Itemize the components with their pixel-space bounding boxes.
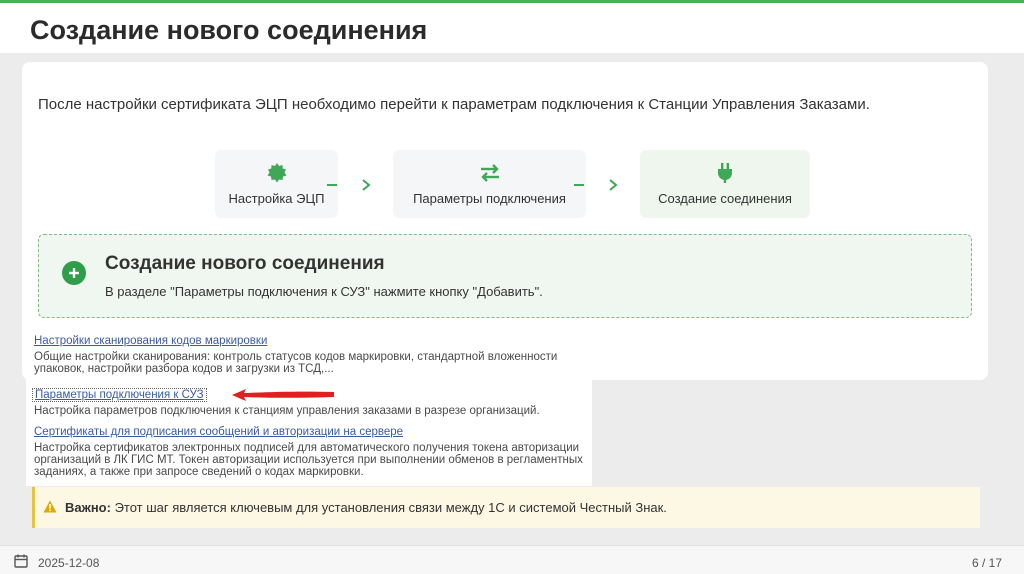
footer: 2025-12-08 6 / 17 xyxy=(0,545,1024,574)
callout-text: В разделе "Параметры подключения к СУЗ" … xyxy=(105,284,543,299)
page-title: Создание нового соединения xyxy=(30,15,428,45)
plus-circle-icon xyxy=(62,261,86,285)
link-suz-connection-params[interactable]: Параметры подключения к СУЗ xyxy=(32,388,207,402)
step-label: Настройка ЭЦП xyxy=(228,191,325,206)
callout-title: Создание нового соединения xyxy=(105,253,385,274)
red-arrow-pointer xyxy=(232,389,334,401)
step-create-connection: Создание соединения xyxy=(640,150,810,218)
certificate-badge-icon xyxy=(215,162,338,184)
step-connector xyxy=(574,184,584,186)
step-label: Создание соединения xyxy=(658,191,792,206)
certificates-description: Настройка сертификатов электронных подпи… xyxy=(34,442,583,478)
page-counter: 6 / 17 xyxy=(971,556,1002,570)
exchange-arrows-icon xyxy=(393,162,586,184)
warning-text: Важно: Этот шаг является ключевым для ус… xyxy=(65,500,667,515)
warning-label: Важно: xyxy=(65,500,111,515)
chevron-right-icon xyxy=(604,176,622,194)
intro-text: После настройки сертификата ЭЦП необходи… xyxy=(38,96,870,113)
header: Создание нового соединения xyxy=(0,3,1024,53)
link-scan-settings[interactable]: Настройки сканирования кодов маркировки xyxy=(34,335,267,347)
warning-box: Важно: Этот шаг является ключевым для ус… xyxy=(32,487,980,528)
step-ecp-setup: Настройка ЭЦП xyxy=(215,150,338,218)
warning-message: Этот шаг является ключевым для установле… xyxy=(110,500,667,515)
link-certificates[interactable]: Сертификаты для подписания сообщений и а… xyxy=(34,426,403,438)
scan-settings-description: Общие настройки сканирования: контроль с… xyxy=(34,351,558,375)
chevron-right-icon xyxy=(357,176,375,194)
callout-box: Создание нового соединения В разделе "Па… xyxy=(38,234,972,318)
settings-screenshot: Настройки сканирования кодов маркировки … xyxy=(26,328,592,486)
suz-connection-description: Настройка параметров подключения к станц… xyxy=(34,405,540,417)
step-connector xyxy=(327,184,337,186)
step-label: Параметры подключения xyxy=(413,191,566,206)
plug-icon xyxy=(640,162,810,184)
warning-triangle-icon xyxy=(43,500,57,518)
footer-date: 2025-12-08 xyxy=(38,556,100,570)
calendar-icon xyxy=(14,554,28,573)
step-connection-params: Параметры подключения xyxy=(393,150,586,218)
